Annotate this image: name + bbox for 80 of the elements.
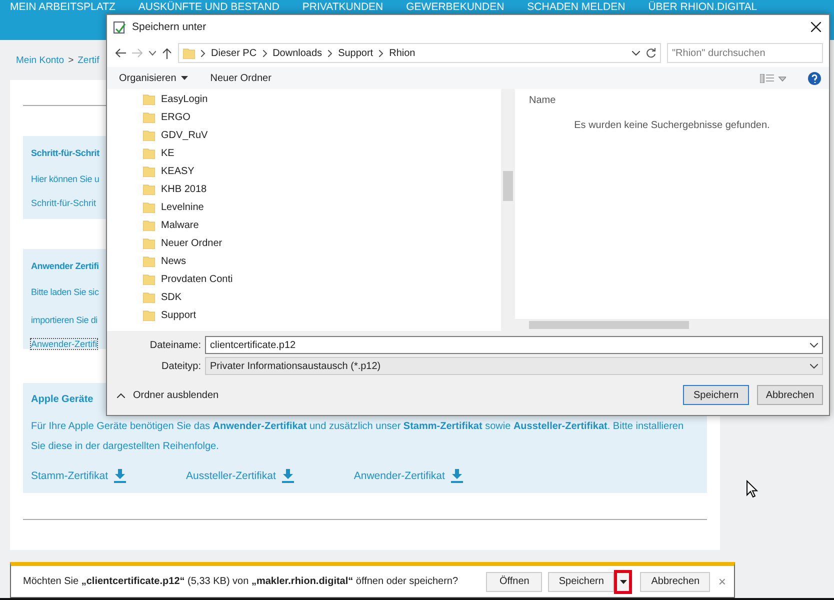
column-header[interactable]: Name: [529, 95, 556, 106]
folder-icon: [143, 310, 155, 320]
toolbar-button[interactable]: Neuer Ordner: [210, 72, 272, 84]
panel-title: Schritt-für-Schrit: [31, 147, 100, 160]
dropdown-button[interactable]: [614, 570, 632, 594]
close-icon[interactable]: [811, 22, 821, 32]
folder-item[interactable]: ERGO: [143, 108, 501, 126]
cancel-button[interactable]: Abbrechen: [640, 572, 710, 592]
panel-text: Hier können Sie u: [31, 173, 100, 186]
field-label: Dateityp:: [160, 360, 201, 372]
folder-item[interactable]: KHB 2018: [143, 180, 501, 198]
chevron-down-icon[interactable]: [810, 342, 818, 348]
download-message: Möchten Sie „clientcertificate.p12“ (5,33 KB) von „makler.rhion.digital“ öffnen oder speichern?: [23, 576, 460, 587]
chevron-down-icon[interactable]: [810, 364, 818, 368]
chevron-right-icon: [201, 50, 205, 56]
scrollbar[interactable]: [515, 319, 829, 331]
path-segment[interactable]: Rhion: [389, 48, 416, 58]
folder-icon: [143, 166, 155, 176]
panel-text: importieren Sie di: [31, 314, 98, 327]
filetype-dropdown[interactable]: Privater Informationsaustausch (*.p12): [205, 357, 823, 375]
folder-item[interactable]: KE: [143, 144, 501, 162]
download-icon: [114, 469, 126, 483]
scrollbar[interactable]: [501, 89, 515, 331]
back-arrow-icon[interactable]: [115, 48, 126, 58]
dialog-title: Speichern unter: [132, 21, 208, 33]
folder-icon: [143, 130, 155, 140]
folder-item[interactable]: EasyLogin: [143, 90, 501, 108]
search-field[interactable]: "Rhion" durchsuchen: [667, 43, 823, 63]
chevron-right-icon: [262, 50, 267, 56]
path-segment[interactable]: Dieser PC: [211, 48, 257, 58]
mouse-pointer-icon: [746, 480, 758, 498]
download-icon: [450, 469, 463, 483]
filename-field[interactable]: clientcertificate.p12: [205, 336, 823, 354]
toolbar-button[interactable]: Organisieren: [119, 72, 188, 84]
breadcrumb-separator: >: [68, 54, 74, 66]
caret-icon: [620, 580, 627, 584]
open-button[interactable]: Öffnen: [486, 572, 542, 592]
panel-text: Bitte laden Sie sic: [31, 286, 99, 299]
folder-icon: [143, 148, 155, 158]
address-bar[interactable]: Dieser PC Downloads Support Rhion: [178, 43, 661, 63]
panel-title: Apple Geräte: [31, 393, 94, 407]
refresh-icon[interactable]: [646, 48, 656, 58]
folder-item[interactable]: Provdaten Conti: [143, 270, 501, 288]
hide-folders-button[interactable]: Ordner ausblenden: [115, 390, 219, 400]
folder-icon: [143, 184, 155, 194]
save-button[interactable]: Speichern: [548, 572, 614, 592]
field-label: Dateiname:: [148, 340, 201, 350]
path-segment[interactable]: Support: [338, 48, 374, 58]
panel-text: Für Ihre Apple Geräte benötigen Sie das Anwender-Zertifikat und zusätzlich unser Stamm-Zertifikat sowie Aussteller-Zertifikat. Bitte installieren Sie diese in der dargestellten Reihenfolge.: [31, 420, 685, 454]
folder-icon: [143, 202, 155, 212]
folder-item[interactable]: Support: [143, 306, 501, 324]
folder-item[interactable]: Neuer Ordner: [143, 234, 501, 252]
chevron-right-icon: [328, 50, 332, 56]
folder-icon: [143, 112, 155, 122]
view-options-icon[interactable]: [760, 74, 786, 82]
folder-icon: [143, 274, 155, 284]
chevron-right-icon: [379, 50, 384, 56]
folder-item[interactable]: GDV_RuV: [143, 126, 501, 144]
folder-icon: [143, 292, 155, 302]
save-document-icon: [113, 20, 126, 34]
empty-message: Es wurden keine Suchergebnisse gefunden.: [574, 120, 770, 131]
chevron-down-icon[interactable]: [632, 50, 640, 56]
chevron-down-icon[interactable]: [149, 50, 156, 56]
up-arrow-icon[interactable]: [162, 48, 172, 58]
folder-item[interactable]: KEASY: [143, 162, 501, 180]
folder-icon: [143, 256, 155, 266]
folder-icon: [143, 94, 155, 104]
folder-icon: [183, 48, 195, 58]
help-icon[interactable]: [808, 72, 821, 84]
panel-title: Anwender Zertifi: [31, 260, 99, 273]
folder-item[interactable]: SDK: [143, 288, 501, 306]
close-button[interactable]: ×: [718, 574, 726, 589]
save-button[interactable]: Speichern: [683, 385, 749, 405]
folder-item[interactable]: Levelnine: [143, 198, 501, 216]
folder-item[interactable]: Malware: [143, 216, 501, 234]
path-segment[interactable]: Downloads: [272, 48, 322, 58]
download-icon: [282, 469, 294, 483]
folder-item[interactable]: News: [143, 252, 501, 270]
cancel-button[interactable]: Abbrechen: [757, 385, 823, 405]
chevron-up-icon: [117, 392, 125, 398]
